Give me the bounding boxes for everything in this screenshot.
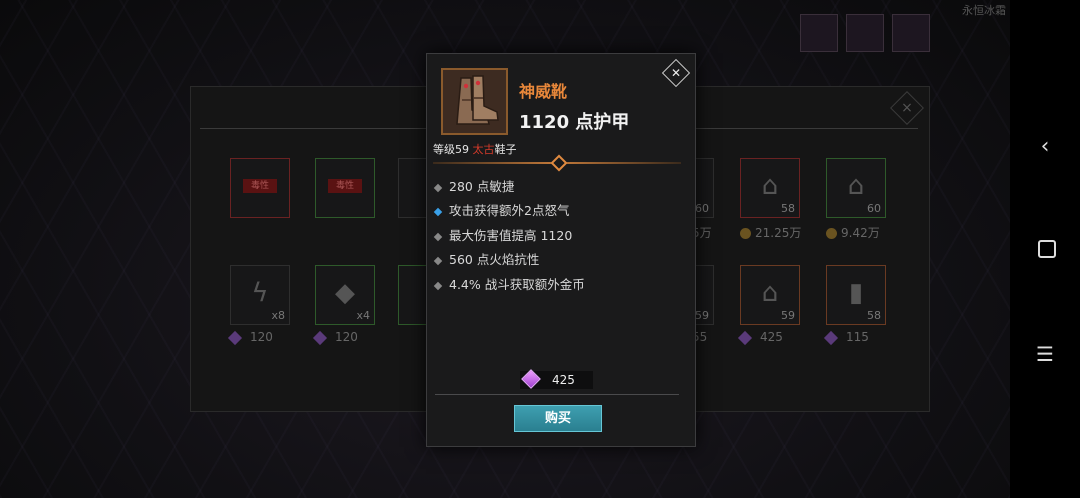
slot-price: 120 — [227, 330, 273, 345]
slot-tag: 毒性 — [328, 179, 362, 193]
gem-icon — [823, 330, 839, 345]
bullet-icon — [433, 183, 443, 192]
menu-icon[interactable]: ☰ — [1030, 342, 1060, 366]
stat-line: 最大伤害值提高 1120 — [433, 225, 572, 244]
rune-stone-icon: ◆ — [335, 278, 355, 308]
bullet-icon — [433, 232, 443, 241]
slot-level: 59 — [695, 309, 709, 322]
item-meta-line: 等级59 太古鞋子 — [433, 141, 517, 157]
gem-icon — [737, 330, 753, 345]
portal-icon[interactable] — [846, 14, 884, 52]
slot-level: 60 — [867, 202, 881, 215]
boots-icon: ⌂ — [761, 171, 779, 201]
slot-price: 120 — [312, 330, 358, 345]
system-nav-bar: ‹ ☰ — [1010, 0, 1080, 498]
slot-price: 425 — [737, 330, 783, 345]
slot-count: x4 — [356, 309, 370, 322]
slot-price: 9.42万 — [826, 224, 880, 241]
slot-level: 58 — [867, 309, 881, 322]
bullet-icon — [433, 281, 443, 290]
gem-icon — [227, 330, 243, 345]
shop-slot[interactable]: ⌂ 60 — [826, 158, 886, 218]
boots-icon — [443, 70, 506, 133]
coin-icon — [826, 228, 837, 239]
shop-slot[interactable]: 毒性 — [230, 158, 290, 218]
bullet-icon — [433, 207, 443, 216]
shop-close-icon: × — [901, 100, 913, 116]
slot-level: 58 — [781, 202, 795, 215]
shop-slot[interactable]: ◆ x4 — [315, 265, 375, 325]
shop-slot[interactable]: ⌂ 59 — [740, 265, 800, 325]
boots-icon: ⌂ — [761, 278, 779, 308]
item-price: 425 — [552, 373, 575, 387]
bottom-divider — [435, 394, 679, 395]
item-name: 神威靴 — [519, 82, 568, 101]
shop-slot[interactable]: 毒性 — [315, 158, 375, 218]
top-menu-icons — [800, 14, 930, 52]
slot-count: x8 — [271, 309, 285, 322]
item-slot-type: 鞋子 — [494, 143, 517, 156]
gift-icon[interactable] — [892, 14, 930, 52]
bullet-icon — [433, 256, 443, 265]
coin-icon — [740, 228, 751, 239]
boots-icon: ⌂ — [847, 171, 865, 201]
shop-slot[interactable]: ϟ x8 — [230, 265, 290, 325]
slot-price: 21.25万 — [740, 224, 801, 241]
shop-slot[interactable]: ▮ 58 — [826, 265, 886, 325]
event-icon[interactable] — [800, 14, 838, 52]
buy-button[interactable]: 购买 — [514, 405, 602, 432]
stat-line: 攻击获得额外2点怒气 — [433, 200, 569, 219]
close-icon: ✕ — [670, 66, 682, 80]
item-level: 等级59 — [433, 143, 469, 156]
slot-level: 59 — [781, 309, 795, 322]
book-icon: ▮ — [848, 278, 864, 308]
stat-line: 280 点敏捷 — [433, 176, 514, 195]
stat-line: 4.4% 战斗获取额外金币 — [433, 274, 585, 293]
slot-level: 60 — [695, 202, 709, 215]
stat-line: 560 点火焰抗性 — [433, 249, 539, 268]
gem-icon — [312, 330, 328, 345]
slot-price: 115 — [823, 330, 869, 345]
lightning-icon: ϟ — [251, 278, 269, 308]
item-armor-value: 1120 点护甲 — [519, 112, 630, 133]
back-icon[interactable]: ‹ — [1030, 134, 1060, 159]
item-frame — [441, 68, 508, 135]
item-rarity: 太古 — [472, 143, 495, 156]
shop-slot[interactable]: ⌂ 58 — [740, 158, 800, 218]
home-icon[interactable] — [1038, 240, 1056, 258]
slot-tag: 毒性 — [243, 179, 277, 193]
